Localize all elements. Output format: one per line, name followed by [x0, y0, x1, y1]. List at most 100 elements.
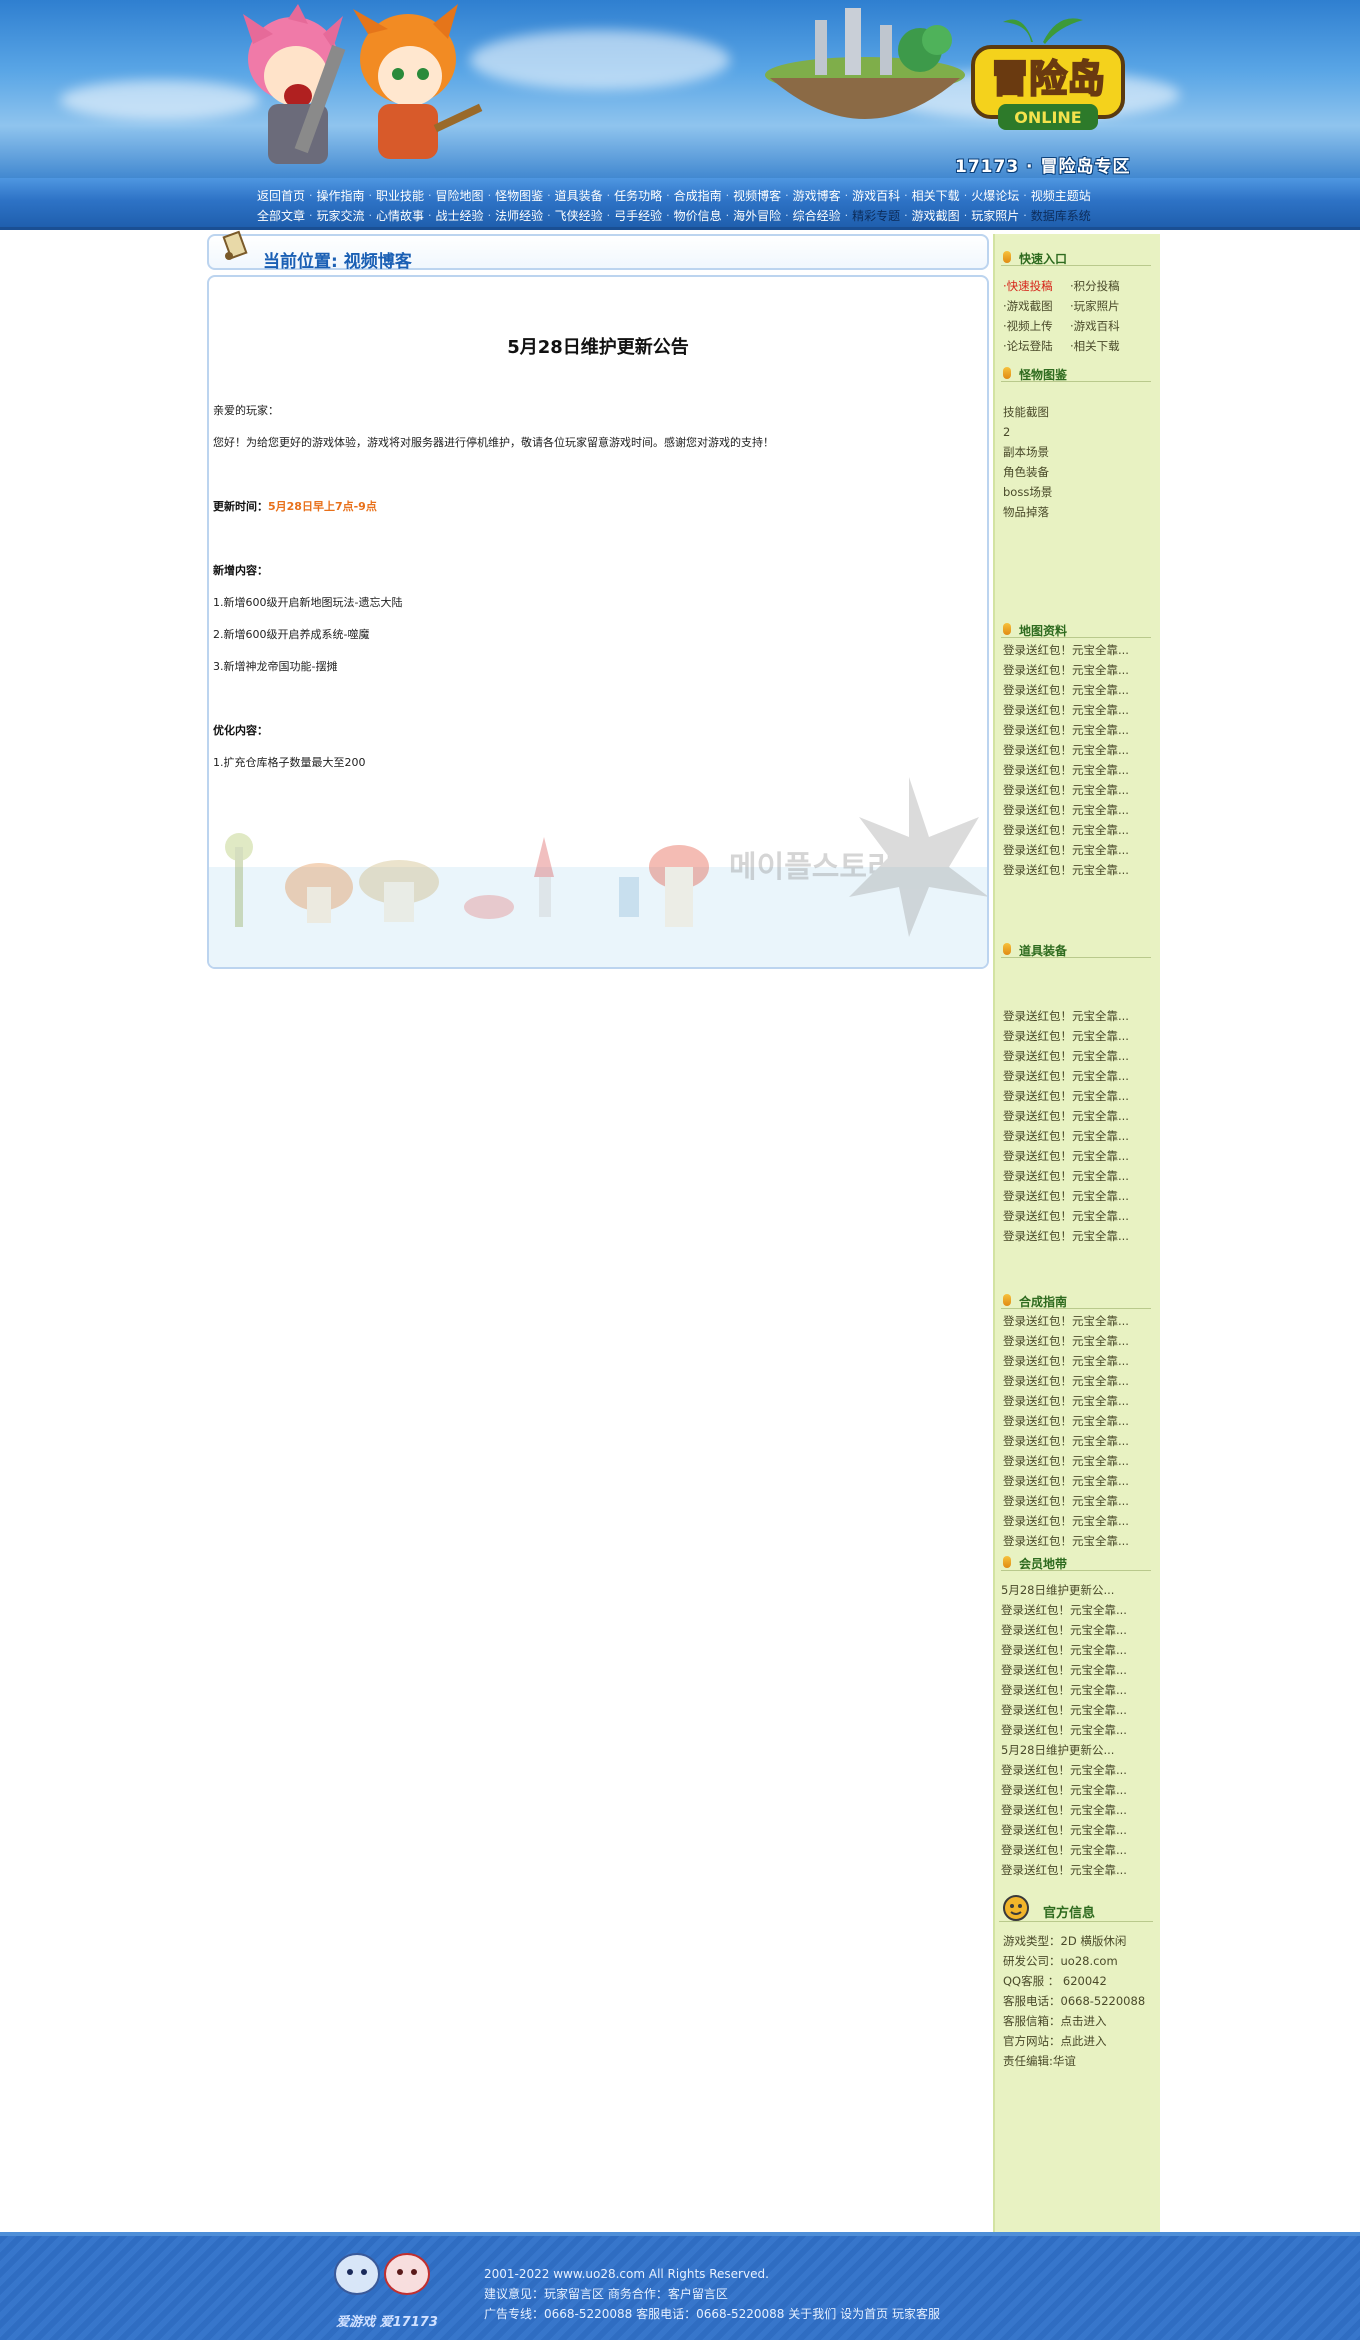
equip-list-item[interactable]: 登录送红包！元宝全靠...	[1003, 1206, 1158, 1226]
craft-list-item[interactable]: 登录送红包！元宝全靠...	[1003, 1311, 1158, 1331]
craft-list-item[interactable]: 登录送红包！元宝全靠...	[1003, 1511, 1158, 1531]
member-list-item[interactable]: 登录送红包！元宝全靠...	[1001, 1860, 1156, 1880]
copyright: 2001-2022 www.uo28.com All Rights Reserv…	[484, 2267, 769, 2281]
quick-entry-link[interactable]: ·相关下载	[1070, 336, 1140, 356]
nav-link[interactable]: 游戏截图	[912, 208, 960, 224]
member-list-item[interactable]: 登录送红包！元宝全靠...	[1001, 1840, 1156, 1860]
equip-list-item[interactable]: 登录送红包！元宝全靠...	[1003, 1046, 1158, 1066]
nav-link[interactable]: 游戏博客	[793, 188, 841, 204]
map-list-item[interactable]: 登录送红包！元宝全靠...	[1003, 640, 1158, 660]
nav-link[interactable]: 冒险地图	[436, 188, 484, 204]
member-list-item[interactable]: 登录送红包！元宝全靠...	[1001, 1640, 1156, 1660]
map-list-item[interactable]: 登录送红包！元宝全靠...	[1003, 780, 1158, 800]
member-list-item[interactable]: 登录送红包！元宝全靠...	[1001, 1620, 1156, 1640]
member-list-item[interactable]: 登录送红包！元宝全靠...	[1001, 1820, 1156, 1840]
craft-list-item[interactable]: 登录送红包！元宝全靠...	[1003, 1371, 1158, 1391]
map-list-item[interactable]: 登录送红包！元宝全靠...	[1003, 840, 1158, 860]
nav-link[interactable]: 弓手经验	[614, 208, 662, 224]
member-list-item[interactable]: 5月28日维护更新公...	[1001, 1740, 1156, 1760]
nav-link[interactable]: 法师经验	[495, 208, 543, 224]
member-list-item[interactable]: 登录送红包！元宝全靠...	[1001, 1780, 1156, 1800]
nav-link[interactable]: 视频博客	[733, 188, 781, 204]
nav-link[interactable]: 怪物图鉴	[495, 188, 543, 204]
nav-link[interactable]: 任务功略	[614, 188, 662, 204]
nav-link[interactable]: 海外冒险	[733, 208, 781, 224]
craft-list-item[interactable]: 登录送红包！元宝全靠...	[1003, 1491, 1158, 1511]
monster-list-item[interactable]: 角色装备	[1003, 462, 1158, 482]
nav-link[interactable]: 飞侠经验	[555, 208, 603, 224]
equip-list-item[interactable]: 登录送红包！元宝全靠...	[1003, 1106, 1158, 1126]
craft-list-item[interactable]: 登录送红包！元宝全靠...	[1003, 1451, 1158, 1471]
nav-link[interactable]: 心情故事	[376, 208, 424, 224]
equip-list-item[interactable]: 登录送红包！元宝全靠...	[1003, 1126, 1158, 1146]
member-list-item[interactable]: 登录送红包！元宝全靠...	[1001, 1660, 1156, 1680]
quick-entry-link[interactable]: ·论坛登陆	[1003, 336, 1070, 356]
equip-list-item[interactable]: 登录送红包！元宝全靠...	[1003, 1066, 1158, 1086]
quick-entry-link[interactable]: ·快速投稿	[1003, 276, 1070, 296]
support-link[interactable]: 玩家客服	[892, 2307, 940, 2321]
monster-list-item[interactable]: 副本场景	[1003, 442, 1158, 462]
nav-link[interactable]: 道具装备	[555, 188, 603, 204]
equip-list-item[interactable]: 登录送红包！元宝全靠...	[1003, 1006, 1158, 1026]
map-list-item[interactable]: 登录送红包！元宝全靠...	[1003, 740, 1158, 760]
nav-link[interactable]: 精彩专题	[852, 208, 900, 224]
coin-bullet-icon	[1003, 367, 1011, 379]
map-list-item[interactable]: 登录送红包！元宝全靠...	[1003, 660, 1158, 680]
equip-list-item[interactable]: 登录送红包！元宝全靠...	[1003, 1226, 1158, 1246]
nav-link[interactable]: 游戏百科	[852, 188, 900, 204]
craft-list-item[interactable]: 登录送红包！元宝全靠...	[1003, 1351, 1158, 1371]
monster-list-item[interactable]: boss场景	[1003, 482, 1158, 502]
equip-list-item[interactable]: 登录送红包！元宝全靠...	[1003, 1146, 1158, 1166]
nav-separator: ·	[725, 209, 730, 222]
nav-link[interactable]: 数据库系统	[1031, 208, 1091, 224]
craft-list-item[interactable]: 登录送红包！元宝全靠...	[1003, 1531, 1158, 1551]
member-list-item[interactable]: 登录送红包！元宝全靠...	[1001, 1700, 1156, 1720]
quick-entry-link[interactable]: ·积分投稿	[1070, 276, 1140, 296]
map-list-item[interactable]: 登录送红包！元宝全靠...	[1003, 800, 1158, 820]
nav-link[interactable]: 火爆论坛	[971, 188, 1019, 204]
nav-link[interactable]: 玩家交流	[317, 208, 365, 224]
quick-entry-link[interactable]: ·视频上传	[1003, 316, 1070, 336]
member-list-item[interactable]: 登录送红包！元宝全靠...	[1001, 1600, 1156, 1620]
equip-list-item[interactable]: 登录送红包！元宝全靠...	[1003, 1186, 1158, 1206]
map-list-item[interactable]: 登录送红包！元宝全靠...	[1003, 680, 1158, 700]
craft-list-item[interactable]: 登录送红包！元宝全靠...	[1003, 1431, 1158, 1451]
nav-link[interactable]: 玩家照片	[971, 208, 1019, 224]
monster-list-item[interactable]: 物品掉落	[1003, 502, 1158, 522]
monster-list-item[interactable]: 2	[1003, 422, 1158, 442]
set-home-link[interactable]: 设为首页	[840, 2307, 888, 2321]
nav-link[interactable]: 职业技能	[376, 188, 424, 204]
quick-entry-link[interactable]: ·游戏截图	[1003, 296, 1070, 316]
nav-link[interactable]: 全部文章	[257, 208, 305, 224]
quick-entry-link[interactable]: ·游戏百科	[1070, 316, 1140, 336]
map-list-item[interactable]: 登录送红包！元宝全靠...	[1003, 760, 1158, 780]
nav-link[interactable]: 综合经验	[793, 208, 841, 224]
map-list-item[interactable]: 登录送红包！元宝全靠...	[1003, 820, 1158, 840]
craft-list-item[interactable]: 登录送红包！元宝全靠...	[1003, 1411, 1158, 1431]
member-list-item[interactable]: 登录送红包！元宝全靠...	[1001, 1800, 1156, 1820]
member-list-item[interactable]: 登录送红包！元宝全靠...	[1001, 1680, 1156, 1700]
member-list-item[interactable]: 登录送红包！元宝全靠...	[1001, 1720, 1156, 1740]
nav-link[interactable]: 操作指南	[317, 188, 365, 204]
nav-link[interactable]: 返回首页	[257, 188, 305, 204]
nav-link[interactable]: 物价信息	[674, 208, 722, 224]
map-list-item[interactable]: 登录送红包！元宝全靠...	[1003, 860, 1158, 880]
equip-list-item[interactable]: 登录送红包！元宝全靠...	[1003, 1166, 1158, 1186]
craft-list-item[interactable]: 登录送红包！元宝全靠...	[1003, 1391, 1158, 1411]
craft-list-item[interactable]: 登录送红包！元宝全靠...	[1003, 1331, 1158, 1351]
map-list-item[interactable]: 登录送红包！元宝全靠...	[1003, 700, 1158, 720]
craft-list-item[interactable]: 登录送红包！元宝全靠...	[1003, 1471, 1158, 1491]
nav-link[interactable]: 相关下载	[912, 188, 960, 204]
about-link[interactable]: 关于我们	[788, 2307, 836, 2321]
nav-link[interactable]: 合成指南	[674, 188, 722, 204]
quick-entry-link[interactable]: ·玩家照片	[1070, 296, 1140, 316]
equip-list-item[interactable]: 登录送红包！元宝全靠...	[1003, 1026, 1158, 1046]
member-list-item[interactable]: 登录送红包！元宝全靠...	[1001, 1760, 1156, 1780]
map-list-item[interactable]: 登录送红包！元宝全靠...	[1003, 720, 1158, 740]
equip-list-item[interactable]: 登录送红包！元宝全靠...	[1003, 1086, 1158, 1106]
monster-list-item[interactable]: 技能截图	[1003, 402, 1158, 422]
member-list-item[interactable]: 5月28日维护更新公...	[1001, 1580, 1156, 1600]
footer-mascot-text: 爱游戏 爱17173	[336, 2314, 438, 2330]
nav-link[interactable]: 战士经验	[436, 208, 484, 224]
nav-link[interactable]: 视频主题站	[1031, 188, 1091, 204]
